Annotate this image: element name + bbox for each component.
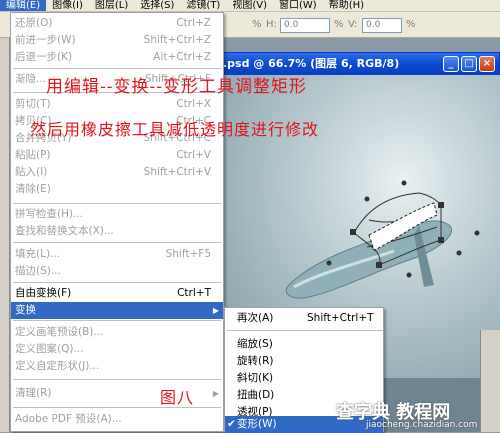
menu-item-label: 渐隐... xyxy=(15,73,47,85)
menu-item-label: 查找和替换文本(X)... xyxy=(15,225,114,237)
menubar-item[interactable]: 图层(L) xyxy=(89,0,134,11)
menu-item-label: 自由变换(F) xyxy=(15,287,72,299)
menu-item-label: 扭曲(D) xyxy=(237,389,275,401)
menu-separator xyxy=(13,320,221,321)
menubar: 编辑(E) 图像(I) 图层(L) 选择(S) 滤镜(T) 视图(V) 窗口(W) 帮助(H) xyxy=(0,0,500,12)
menubar-item[interactable]: 窗口(W) xyxy=(273,0,323,11)
menu-item-label: 定义自定形状(J)... xyxy=(15,360,100,372)
edit-menu-item[interactable]: 清除(E) xyxy=(11,181,223,198)
menu-separator xyxy=(227,330,383,331)
menu-separator xyxy=(13,282,221,283)
submenu-arrow-icon: ▶ xyxy=(212,389,219,398)
edit-menu-item[interactable]: 描边(S)... xyxy=(11,263,223,280)
menu-item-shortcut: Ctrl+T xyxy=(177,287,211,299)
menu-item-label: 前进一步(W) xyxy=(15,34,76,46)
menu-item-label: 剪切(T) xyxy=(15,98,51,110)
menu-item-label: 旋转(R) xyxy=(237,355,274,367)
edit-menu-item[interactable]: 定义图案(Q)... xyxy=(11,341,223,358)
menu-item-label: 填充(L)... xyxy=(15,248,61,260)
transform-menu-item[interactable]: 缩放(S) xyxy=(225,336,383,353)
transform-menu-item[interactable]: 斜切(K) xyxy=(225,370,383,387)
menubar-item[interactable]: 滤镜(T) xyxy=(180,0,226,11)
edit-menu-item[interactable]: 变换 ▶ xyxy=(11,302,223,319)
menu-item-label: 还原(O) xyxy=(15,17,53,29)
menu-item-label: 定义图案(Q)... xyxy=(15,343,84,355)
edit-menu-item[interactable]: 还原(O) Ctrl+Z xyxy=(11,15,223,32)
edit-menu-item[interactable]: 贴入(I) Shift+Ctrl+V xyxy=(11,164,223,181)
watermark: 查字典 教程网 jiaocheng.chazidian.com xyxy=(336,398,500,432)
menu-separator xyxy=(13,203,221,204)
check-icon: ✔ xyxy=(227,418,236,430)
v-skew-input[interactable]: 0.0 xyxy=(362,18,402,33)
h-skew-input[interactable]: 0.0 xyxy=(280,18,330,33)
edit-menu-item[interactable]: 后退一步(K) Alt+Ctrl+Z xyxy=(11,49,223,66)
menubar-item[interactable]: 图像(I) xyxy=(46,0,89,11)
menu-item-shortcut: Shift+Ctrl+Z xyxy=(143,34,211,46)
edit-menu-item[interactable]: 定义自定形状(J)... xyxy=(11,358,223,375)
menu-separator xyxy=(13,68,221,69)
h-label: H: xyxy=(266,19,277,30)
menu-item-shortcut: Alt+Ctrl+Z xyxy=(153,51,211,63)
edit-menu-item[interactable]: Adobe PDF 预设(A)... xyxy=(11,411,223,428)
menu-item-label: 拼写检查(H)... xyxy=(15,208,84,220)
menu-item-label: 描边(S)... xyxy=(15,265,61,277)
menu-item-label: 变形(W) xyxy=(237,418,277,430)
menubar-item[interactable]: 帮助(H) xyxy=(323,0,370,11)
menu-item-shortcut: Ctrl+Z xyxy=(176,17,211,29)
menu-item-shortcut: Ctrl+V xyxy=(176,149,211,161)
menu-item-shortcut: Shift+F5 xyxy=(165,248,211,260)
maximize-button[interactable]: □ xyxy=(461,56,477,72)
edit-menu-item[interactable]: 自由变换(F) Ctrl+T xyxy=(11,285,223,302)
menubar-item[interactable]: 视图(V) xyxy=(226,0,273,11)
menu-item-shortcut: Ctrl+X xyxy=(176,98,211,110)
figure-label: 图八 xyxy=(160,388,195,407)
transform-menu-item[interactable]: 旋转(R) xyxy=(225,353,383,370)
menu-item-label: 后退一步(K) xyxy=(15,51,73,63)
menu-item-label: 定义画笔预设(B)... xyxy=(15,326,104,338)
minimize-button[interactable]: _ xyxy=(443,56,459,72)
menu-item-label: 斜切(K) xyxy=(237,372,274,384)
submenu-arrow-icon: ▶ xyxy=(212,306,219,315)
percent-label: % xyxy=(406,19,416,30)
percent-label: % xyxy=(252,19,262,30)
menubar-item[interactable]: 编辑(E) xyxy=(0,0,47,11)
menu-item-shortcut: Shift+Ctrl+V xyxy=(143,166,211,178)
v-label: V: xyxy=(348,19,358,30)
edit-menu-item[interactable]: 剪切(T) Ctrl+X xyxy=(11,96,223,113)
menu-item-label: Adobe PDF 预设(A)... xyxy=(15,413,122,425)
toolbox-strip xyxy=(0,38,10,432)
menu-item-label: 贴入(I) xyxy=(15,166,48,178)
menu-item-label: 再次(A) xyxy=(237,312,274,324)
document-title: .psd @ 66.7% (图层 6, RGB/8) xyxy=(223,57,400,70)
edit-menu-item[interactable]: 定义画笔预设(B)... xyxy=(11,324,223,341)
close-button[interactable]: × xyxy=(479,56,495,72)
menu-item-label: 清理(R) xyxy=(15,387,52,399)
menu-item-label: 缩放(S) xyxy=(237,338,273,350)
annotation-line-2: 然后用橡皮擦工具减低透明度进行修改 xyxy=(30,120,320,139)
annotation-line-1: 用编辑--变换--变形工具调整矩形 xyxy=(46,77,307,97)
menubar-item[interactable]: 选择(S) xyxy=(134,0,180,11)
menu-item-label: 变换 xyxy=(15,304,36,316)
menu-item-label: 粘贴(P) xyxy=(15,149,51,161)
edit-menu-item[interactable]: 拼写检查(H)... xyxy=(11,206,223,223)
edit-menu-item[interactable]: 粘贴(P) Ctrl+V xyxy=(11,147,223,164)
edit-menu-item[interactable]: 查找和替换文本(X)... xyxy=(11,223,223,240)
menu-separator xyxy=(13,242,221,243)
edit-menu-item[interactable]: 填充(L)... Shift+F5 xyxy=(11,246,223,263)
percent-label: % xyxy=(334,19,344,30)
menu-item-label: 清除(E) xyxy=(15,183,51,195)
edit-menu-item[interactable]: 前进一步(W) Shift+Ctrl+Z xyxy=(11,32,223,49)
menu-item-shortcut: Shift+Ctrl+T xyxy=(307,312,374,324)
watermark-url: jiaocheng.chazidian.com xyxy=(366,420,478,430)
transform-menu-item[interactable]: 再次(A) Shift+Ctrl+T xyxy=(225,310,383,327)
menu-separator xyxy=(13,379,221,380)
